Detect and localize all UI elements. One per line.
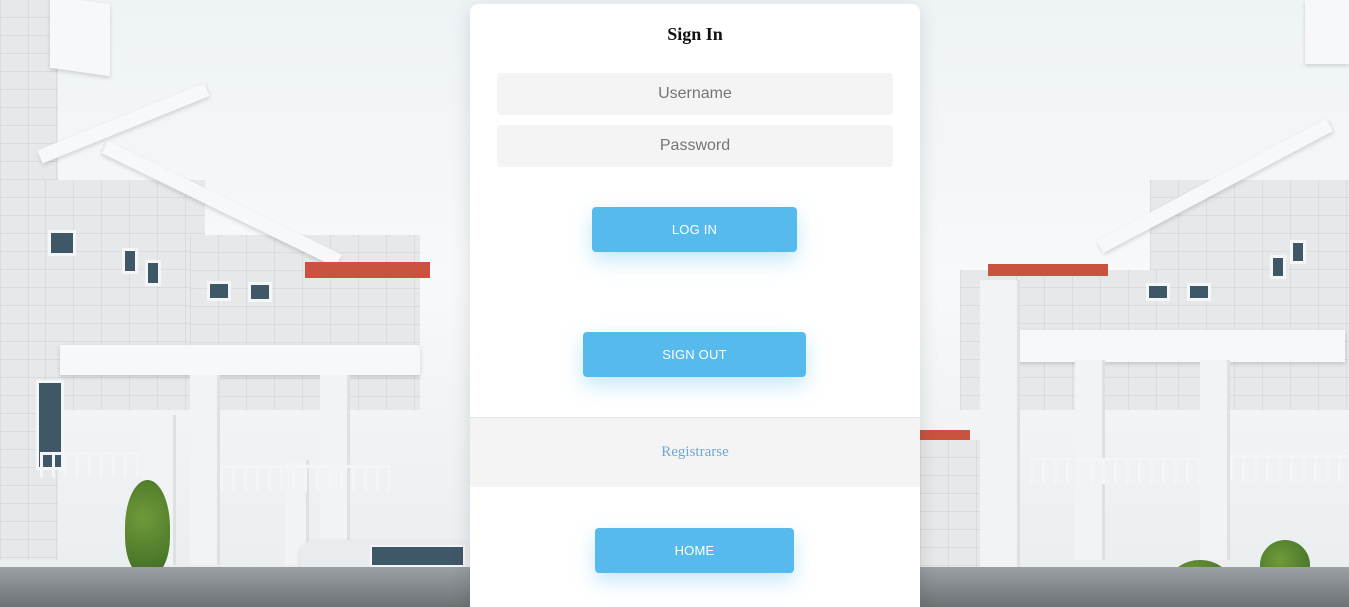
signin-card: Sign In LOG IN SIGN OUT Registrarse HOME — [470, 4, 920, 607]
home-button[interactable]: HOME — [595, 528, 794, 573]
right-house — [920, 0, 1349, 607]
register-link[interactable]: Registrarse — [470, 444, 920, 461]
login-button[interactable]: LOG IN — [592, 207, 797, 252]
left-house — [0, 0, 470, 607]
password-input[interactable] — [497, 125, 893, 167]
page-title: Sign In — [667, 24, 723, 44]
signout-button[interactable]: SIGN OUT — [583, 332, 806, 377]
register-section: Registrarse — [470, 417, 920, 487]
username-input[interactable] — [497, 73, 893, 115]
